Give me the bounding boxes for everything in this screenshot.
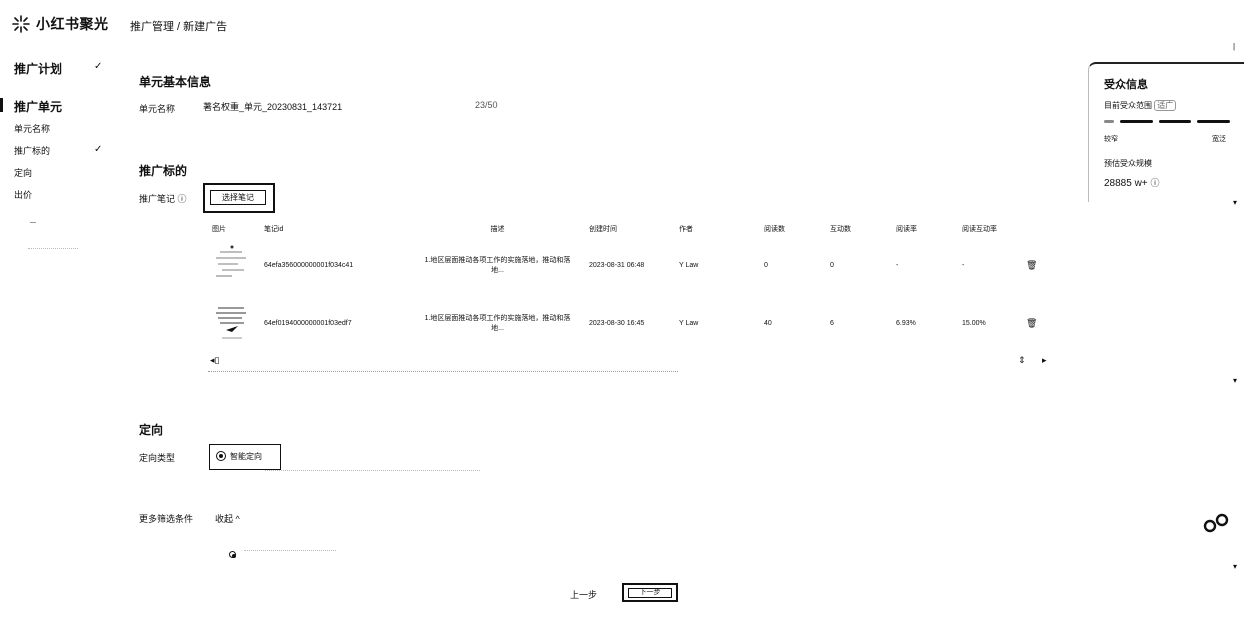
note-author: Y Law [679,319,699,327]
column-settings-icon[interactable]: ⇕ [1018,355,1026,366]
unit-name-input[interactable]: 著名权重_单元_20230831_143721 23/50 [203,100,513,114]
unit-name-count: 23/50 [475,100,498,110]
audience-range-label: 目前受众范围 适广 [1104,100,1177,111]
note-engage-rate: 15.00% [962,319,986,327]
col-header: 作者 [679,226,693,233]
info-icon: ⓘ [177,194,187,204]
smart-targeting-label: 智能定向 [230,452,262,461]
table-row: 64ef0194000000001f03edf7 1.地区层面推动各项工作的实施… [208,294,1042,352]
scroll-right-icon[interactable]: ▸ [1042,355,1047,366]
note-interactions: 0 [830,261,834,269]
brand: 小红书聚光 [12,14,109,34]
sidebar-item-bid[interactable]: 出价 [14,188,32,201]
scrollbar-track[interactable] [208,371,678,375]
active-indicator [0,98,3,112]
sidebar-item-target[interactable]: 推广标的 [14,144,50,157]
table-hscroll[interactable]: ◂▯ ⇕ ▸ [208,355,1048,369]
scroll-down-icon[interactable]: ▾ [1233,376,1237,385]
note-image [216,245,246,277]
filter-option[interactable] [229,546,236,564]
sidebar-item-unit[interactable]: 推广单元 [14,98,62,115]
note-reads: 0 [764,261,768,269]
col-header: 描述 [490,226,505,233]
scroll-down-icon[interactable]: ▾ [1233,562,1237,571]
audience-estimate: 28885 w+ ⓘ [1104,176,1159,189]
audience-gauge [1104,120,1231,124]
prev-step-button[interactable]: 上一步 [570,588,597,601]
next-step-button[interactable]: 下一步 [622,583,678,602]
brand-logo-icon [12,15,30,33]
note-thumbnail [208,236,260,294]
smart-targeting-option[interactable]: 智能定向 [209,444,281,470]
note-image [216,307,246,339]
table-row: 64efa356000000001f034c41 1.地区层面推动各项工作的实施… [208,236,1042,294]
info-icon: ⓘ [1150,178,1160,188]
breadcrumb[interactable]: 推广管理 / 新建广告 [130,18,227,34]
sidebar-divider [30,222,36,223]
note-id: 64ef0194000000001f03edf7 [264,319,352,327]
plan-check-icon: ✓ [94,61,103,72]
audience-range-text: 目前受众范围 [1104,101,1152,110]
sidebar-item-plan[interactable]: 推广计划 [14,60,62,77]
select-note-button[interactable]: 选择笔记 [210,190,266,205]
collapse-toggle[interactable]: 收起 ^ [215,512,240,525]
note-engage-rate: - [962,261,965,269]
note-time: 2023-08-31 06:48 [589,261,645,269]
note-read-rate: 6.93% [896,319,916,327]
customer-service-icon[interactable] [1202,512,1230,536]
sidebar-item-targeting[interactable]: 定向 [14,166,32,179]
col-header: 笔记id [264,226,284,233]
radio-checked-icon [216,451,226,461]
gauge-low-label: 较窄 [1104,136,1118,143]
scroll-down-icon[interactable]: ▾ [1233,198,1237,207]
note-label-text: 推广笔记 [139,194,176,204]
col-header: 图片 [212,226,226,233]
target-check-icon: ✓ [94,144,103,155]
delete-icon[interactable]: 🗑 [1022,236,1042,294]
col-header: 创建时间 [589,226,617,233]
note-time: 2023-08-30 16:45 [589,319,645,327]
audience-title: 受众信息 [1104,79,1148,91]
more-filters-label: 更多筛选条件 [139,514,194,524]
col-header: 阅读数 [764,226,785,233]
unit-name-label: 单元名称 [139,104,176,114]
sidebar-item-unit-name[interactable]: 单元名称 [14,122,50,135]
note-reads: 40 [764,319,772,327]
section-title-basic: 单元基本信息 [139,75,212,89]
gauge-high-label: 宽泛 [1212,136,1226,143]
col-header: 阅读率 [896,226,917,233]
note-desc: 1.地区层面推动各项工作的实施落地，推动和落地... [424,315,571,332]
col-header: 互动数 [830,226,851,233]
radio-icon [229,551,236,559]
note-desc: 1.地区层面推动各项工作的实施落地，推动和落地... [424,257,571,274]
note-thumbnail [208,294,260,352]
section-title-target: 推广标的 [139,164,188,178]
audience-estimate-value: 28885 w+ [1104,178,1148,189]
notes-table: 图片 笔记id 描述 创建时间 作者 阅读数 互动数 阅读率 阅读互动率 64e… [208,222,1042,352]
filter-option-text [244,550,336,551]
unit-name-value: 著名权重_单元_20230831_143721 [203,102,343,112]
next-step-label: 下一步 [628,588,672,598]
table-header-row: 图片 笔记id 描述 创建时间 作者 阅读数 互动数 阅读率 阅读互动率 [208,222,1042,236]
note-interactions: 6 [830,319,834,327]
note-read-rate: - [896,261,899,269]
audience-estimate-label: 预估受众规模 [1104,159,1152,168]
scroll-left-icon[interactable]: ◂▯ [210,355,219,366]
scroll-up-icon[interactable]: | [1233,42,1235,51]
brand-name: 小红书聚光 [36,16,109,32]
note-id: 64efa356000000001f034c41 [264,261,354,269]
delete-icon[interactable]: 🗑 [1022,294,1042,352]
section-title-targeting: 定向 [139,423,164,437]
sidebar-divider [28,248,78,249]
targeting-hint [265,470,480,471]
col-header-actions [1022,222,1042,236]
note-author: Y Law [679,261,699,269]
targeting-type-label: 定向类型 [139,453,176,463]
col-header: 阅读互动率 [962,226,997,233]
audience-range-tag: 适广 [1154,100,1177,111]
note-label: 推广笔记 ⓘ [139,192,187,205]
